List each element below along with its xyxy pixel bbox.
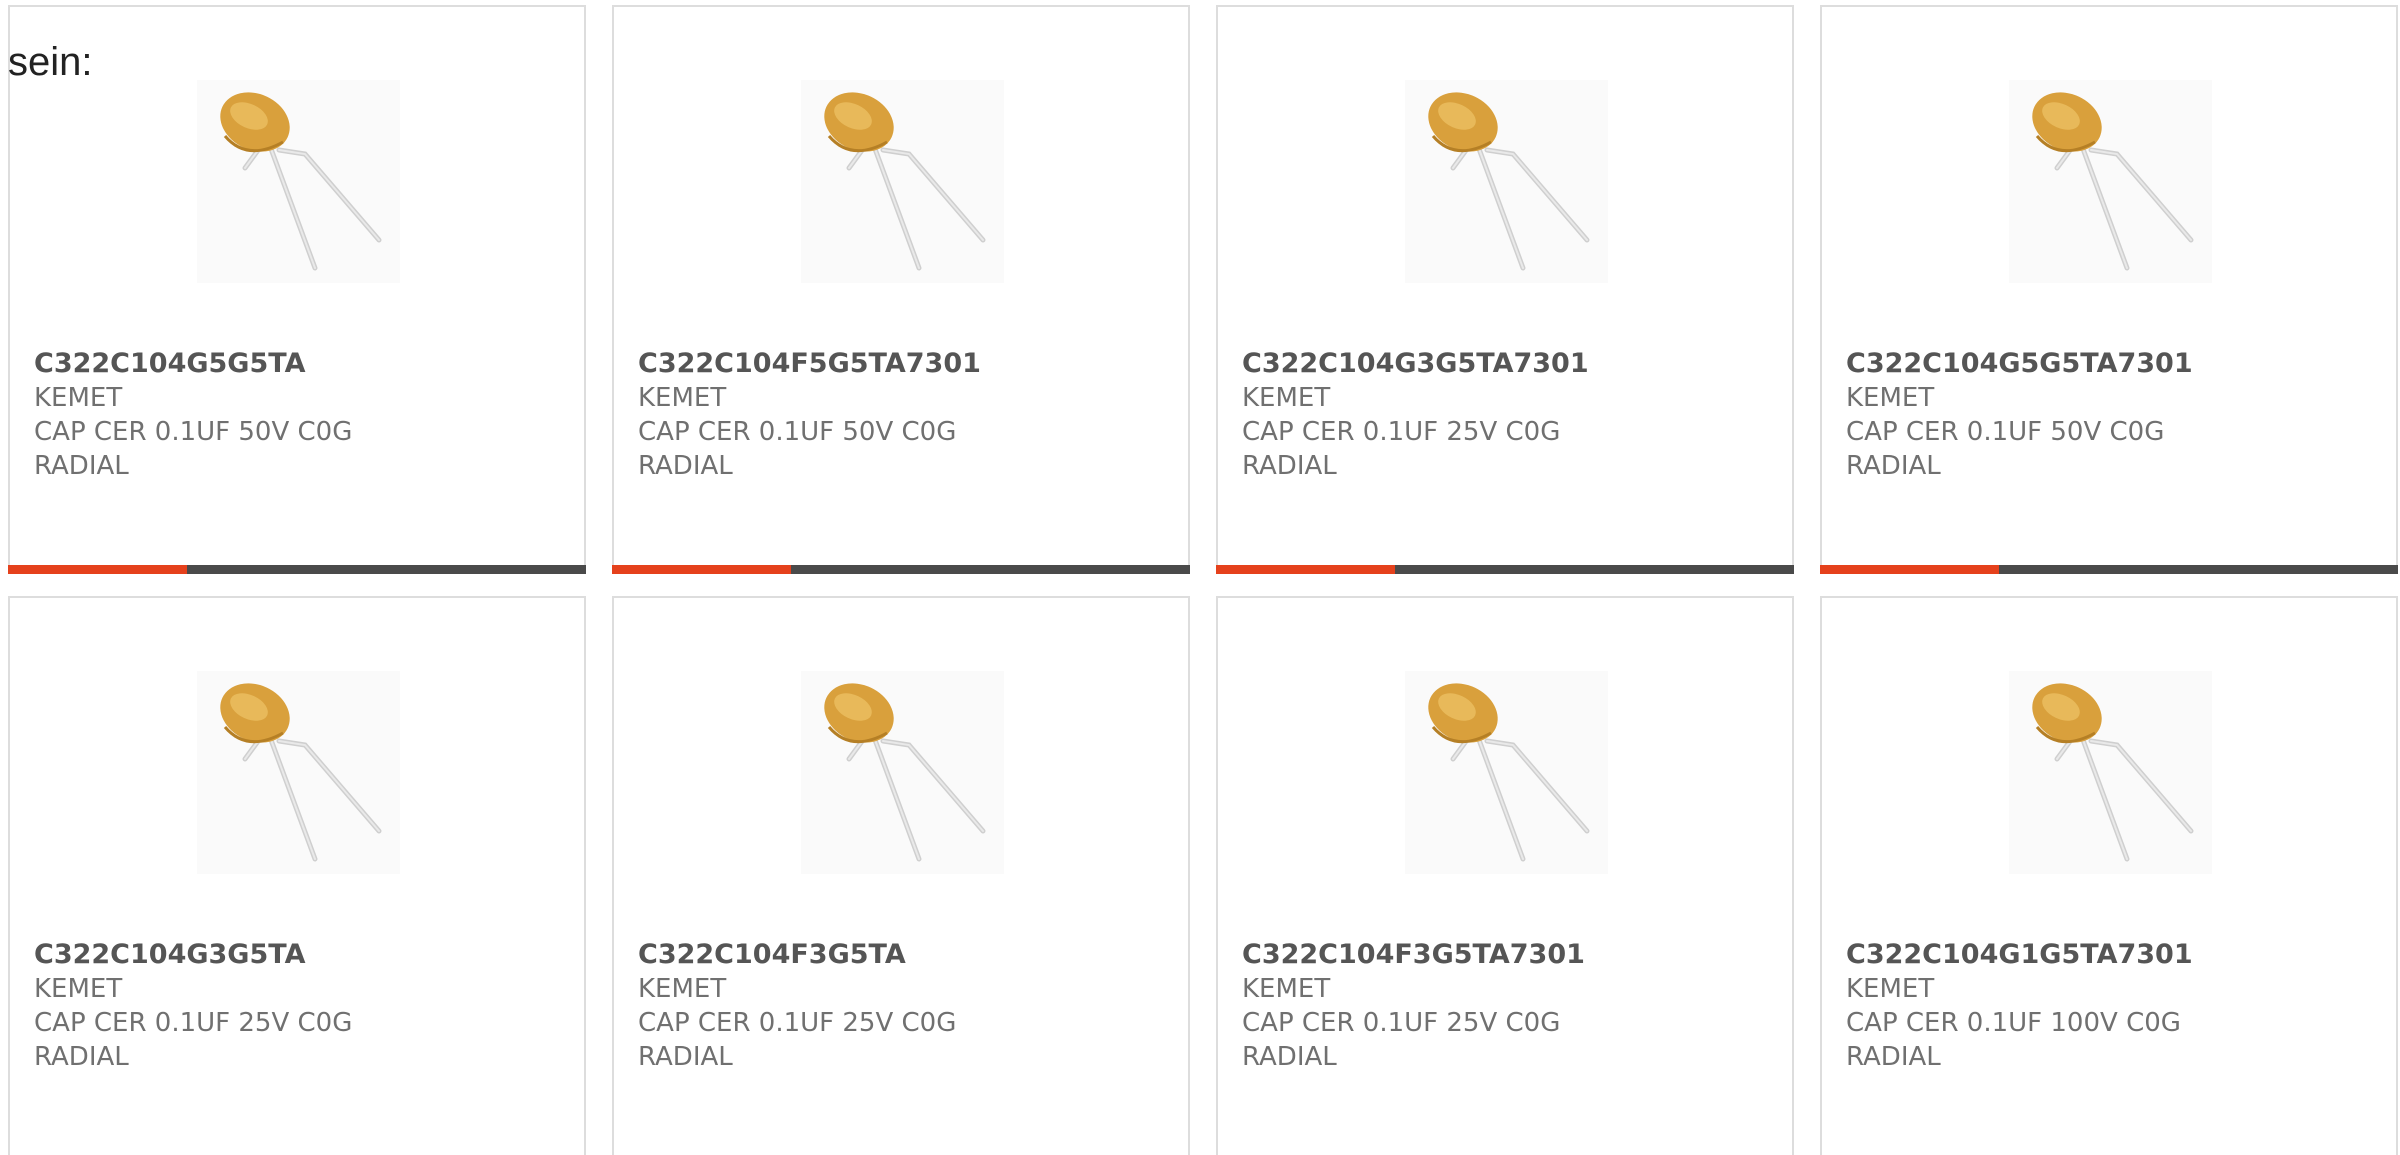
part-number-link[interactable]: C322C104F3G5TA7301 <box>1242 938 1762 972</box>
manufacturer-label: KEMET <box>34 383 123 413</box>
ceramic-capacitor-icon[interactable] <box>801 671 1004 874</box>
product-card[interactable]: C322C104G3G5TA7301 KEMET CAP CER 0.1UF 25V… <box>1216 5 1794 574</box>
page: sein: C322C104G5G5TA KEMET CAP CER 0.1UF 5… <box>0 0 2400 1155</box>
product-info: C322C104F3G5TA7301 KEMET CAP CER 0.1UF 25V… <box>1242 938 1762 1074</box>
product-card[interactable]: C322C104G1G5TA7301 KEMET CAP CER 0.1UF 100… <box>1820 596 2398 1155</box>
part-number-link[interactable]: C322C104G1G5TA7301 <box>1846 938 2366 972</box>
manufacturer-label: KEMET <box>1846 383 1935 413</box>
product-card[interactable]: C322C104F3G5TA KEMET CAP CER 0.1UF 25V C0G… <box>612 596 1190 1155</box>
product-info: C322C104G5G5TA KEMET CAP CER 0.1UF 50V C0G… <box>34 347 554 483</box>
part-number-link[interactable]: C322C104G5G5TA7301 <box>1846 347 2366 381</box>
ceramic-capacitor-icon[interactable] <box>197 80 400 283</box>
product-description: CAP CER 0.1UF 50V C0G RADIAL <box>1846 417 2165 481</box>
product-info: C322C104F3G5TA KEMET CAP CER 0.1UF 25V C0G… <box>638 938 1158 1074</box>
product-grid: C322C104G5G5TA KEMET CAP CER 0.1UF 50V C0G… <box>8 5 2400 1155</box>
intro-text: sein: <box>8 40 93 84</box>
ceramic-capacitor-icon[interactable] <box>1405 671 1608 874</box>
ceramic-capacitor-icon[interactable] <box>2009 671 2212 874</box>
card-progress-fill <box>612 565 792 574</box>
card-progress-fill <box>8 565 188 574</box>
manufacturer-label: KEMET <box>638 383 727 413</box>
card-progress-bar <box>1820 565 2398 574</box>
manufacturer-label: KEMET <box>1846 974 1935 1004</box>
product-description: CAP CER 0.1UF 50V C0G RADIAL <box>638 417 957 481</box>
product-info: C322C104F5G5TA7301 KEMET CAP CER 0.1UF 50V… <box>638 347 1158 483</box>
card-progress-bar <box>612 565 1190 574</box>
product-info: C322C104G5G5TA7301 KEMET CAP CER 0.1UF 50V… <box>1846 347 2366 483</box>
product-info: C322C104G1G5TA7301 KEMET CAP CER 0.1UF 100… <box>1846 938 2366 1074</box>
product-description: CAP CER 0.1UF 100V C0G RADIAL <box>1846 1008 2181 1072</box>
product-description: CAP CER 0.1UF 25V C0G RADIAL <box>1242 1008 1561 1072</box>
product-description: CAP CER 0.1UF 25V C0G RADIAL <box>1242 417 1561 481</box>
card-progress-bar <box>8 565 586 574</box>
part-number-link[interactable]: C322C104G3G5TA <box>34 938 554 972</box>
ceramic-capacitor-icon[interactable] <box>2009 80 2212 283</box>
manufacturer-label: KEMET <box>1242 383 1331 413</box>
part-number-link[interactable]: C322C104F5G5TA7301 <box>638 347 1158 381</box>
product-card[interactable]: C322C104G5G5TA7301 KEMET CAP CER 0.1UF 50V… <box>1820 5 2398 574</box>
product-card[interactable]: C322C104G5G5TA KEMET CAP CER 0.1UF 50V C0G… <box>8 5 586 574</box>
product-card[interactable]: C322C104F3G5TA7301 KEMET CAP CER 0.1UF 25V… <box>1216 596 1794 1155</box>
product-info: C322C104G3G5TA7301 KEMET CAP CER 0.1UF 25V… <box>1242 347 1762 483</box>
ceramic-capacitor-icon[interactable] <box>801 80 1004 283</box>
product-description: CAP CER 0.1UF 50V C0G RADIAL <box>34 417 353 481</box>
manufacturer-label: KEMET <box>1242 974 1331 1004</box>
ceramic-capacitor-icon[interactable] <box>1405 80 1608 283</box>
card-progress-fill <box>1820 565 2000 574</box>
manufacturer-label: KEMET <box>34 974 123 1004</box>
part-number-link[interactable]: C322C104G3G5TA7301 <box>1242 347 1762 381</box>
part-number-link[interactable]: C322C104F3G5TA <box>638 938 1158 972</box>
manufacturer-label: KEMET <box>638 974 727 1004</box>
product-info: C322C104G3G5TA KEMET CAP CER 0.1UF 25V C0G… <box>34 938 554 1074</box>
product-card[interactable]: C322C104F5G5TA7301 KEMET CAP CER 0.1UF 50V… <box>612 5 1190 574</box>
product-description: CAP CER 0.1UF 25V C0G RADIAL <box>34 1008 353 1072</box>
part-number-link[interactable]: C322C104G5G5TA <box>34 347 554 381</box>
card-progress-fill <box>1216 565 1396 574</box>
card-progress-bar <box>1216 565 1794 574</box>
ceramic-capacitor-icon[interactable] <box>197 671 400 874</box>
product-description: CAP CER 0.1UF 25V C0G RADIAL <box>638 1008 957 1072</box>
product-card[interactable]: C322C104G3G5TA KEMET CAP CER 0.1UF 25V C0G… <box>8 596 586 1155</box>
